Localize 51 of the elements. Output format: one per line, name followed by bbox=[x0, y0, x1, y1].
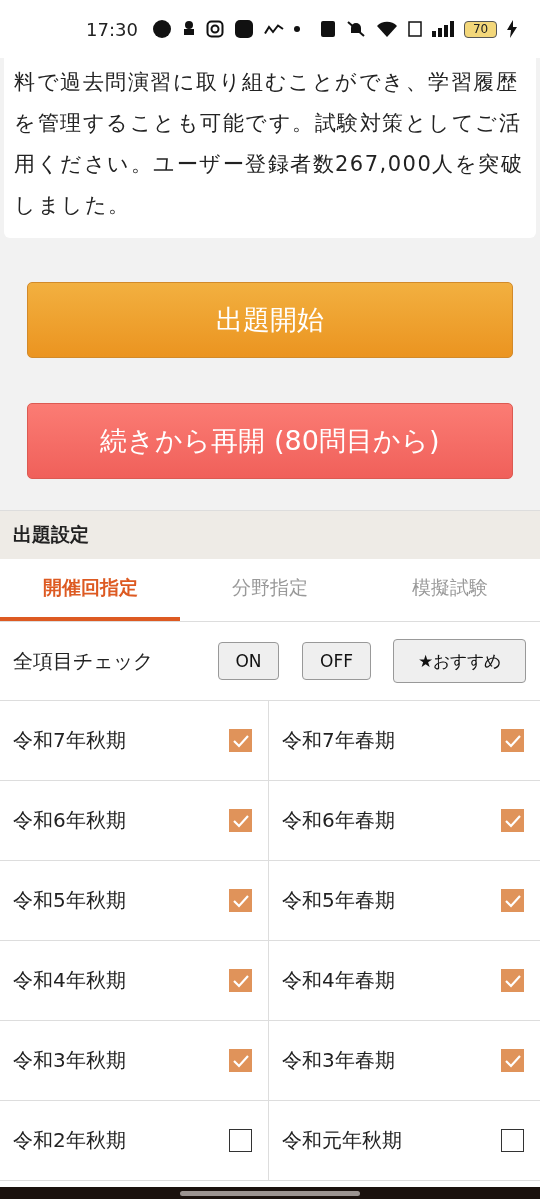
session-label: 令和5年春期 bbox=[282, 887, 395, 914]
camera-icon bbox=[205, 20, 224, 38]
session-option[interactable]: 令和6年秋期 bbox=[0, 781, 269, 861]
charging-icon bbox=[507, 20, 518, 38]
session-label: 令和7年春期 bbox=[282, 727, 395, 754]
session-label: 令和7年秋期 bbox=[13, 727, 126, 754]
session-label: 令和6年秋期 bbox=[13, 807, 126, 834]
checkbox[interactable] bbox=[501, 1129, 524, 1152]
muted-bell-icon bbox=[345, 20, 366, 38]
intro-text: 料で過去問演習に取り組むことができ、学習履歴を管理することも可能です。試験対策としてご活用ください。ユーザー登録者数267,000人を突破しました。 bbox=[14, 69, 525, 219]
session-option[interactable]: 令和3年秋期 bbox=[0, 1021, 269, 1101]
session-label: 令和4年春期 bbox=[282, 967, 395, 994]
checkbox[interactable] bbox=[229, 889, 252, 912]
session-option[interactable]: 令和3年春期 bbox=[269, 1021, 540, 1101]
dot-icon bbox=[293, 26, 300, 32]
session-label: 令和6年春期 bbox=[282, 807, 395, 834]
session-label: 令和5年秋期 bbox=[13, 887, 126, 914]
signal-icon bbox=[431, 21, 454, 37]
checkbox[interactable] bbox=[229, 809, 252, 832]
session-option[interactable]: 令和7年秋期 bbox=[0, 701, 269, 781]
status-time: 17:30 bbox=[86, 18, 138, 40]
session-option[interactable]: 令和6年春期 bbox=[269, 781, 540, 861]
check-all-label: 全項目チェック bbox=[13, 647, 154, 675]
checkbox[interactable] bbox=[501, 729, 524, 752]
toggle-button[interactable]: ★おすすめ bbox=[393, 639, 526, 683]
session-option[interactable]: 令和5年春期 bbox=[269, 861, 540, 941]
checkbox[interactable] bbox=[229, 1049, 252, 1072]
session-option[interactable]: 令和4年春期 bbox=[269, 941, 540, 1021]
battery-level: 70 bbox=[463, 20, 498, 38]
session-label: 令和3年秋期 bbox=[13, 1047, 126, 1074]
session-label: 令和元年秋期 bbox=[282, 1127, 402, 1154]
wifi-icon bbox=[375, 20, 398, 38]
checkbox[interactable] bbox=[229, 729, 252, 752]
session-option[interactable]: 令和4年秋期 bbox=[0, 941, 269, 1021]
session-label: 令和2年秋期 bbox=[13, 1127, 126, 1154]
checkbox[interactable] bbox=[501, 969, 524, 992]
toggle-button[interactable]: ON bbox=[218, 642, 279, 680]
checkbox[interactable] bbox=[229, 1129, 252, 1152]
section-title: 出題設定 bbox=[13, 522, 89, 547]
session-label: 令和3年春期 bbox=[282, 1047, 395, 1074]
session-option[interactable]: 令和5年秋期 bbox=[0, 861, 269, 941]
checkbox[interactable] bbox=[501, 1049, 524, 1072]
checkbox[interactable] bbox=[501, 809, 524, 832]
figure-icon bbox=[181, 20, 196, 38]
chart-icon bbox=[263, 23, 284, 35]
session-option[interactable]: 令和7年春期 bbox=[269, 701, 540, 781]
session-label: 令和4年秋期 bbox=[13, 967, 126, 994]
checkbox[interactable] bbox=[229, 969, 252, 992]
toggle-button[interactable]: OFF bbox=[302, 642, 371, 680]
home-handle[interactable] bbox=[180, 1190, 360, 1196]
checkbox[interactable] bbox=[501, 889, 524, 912]
